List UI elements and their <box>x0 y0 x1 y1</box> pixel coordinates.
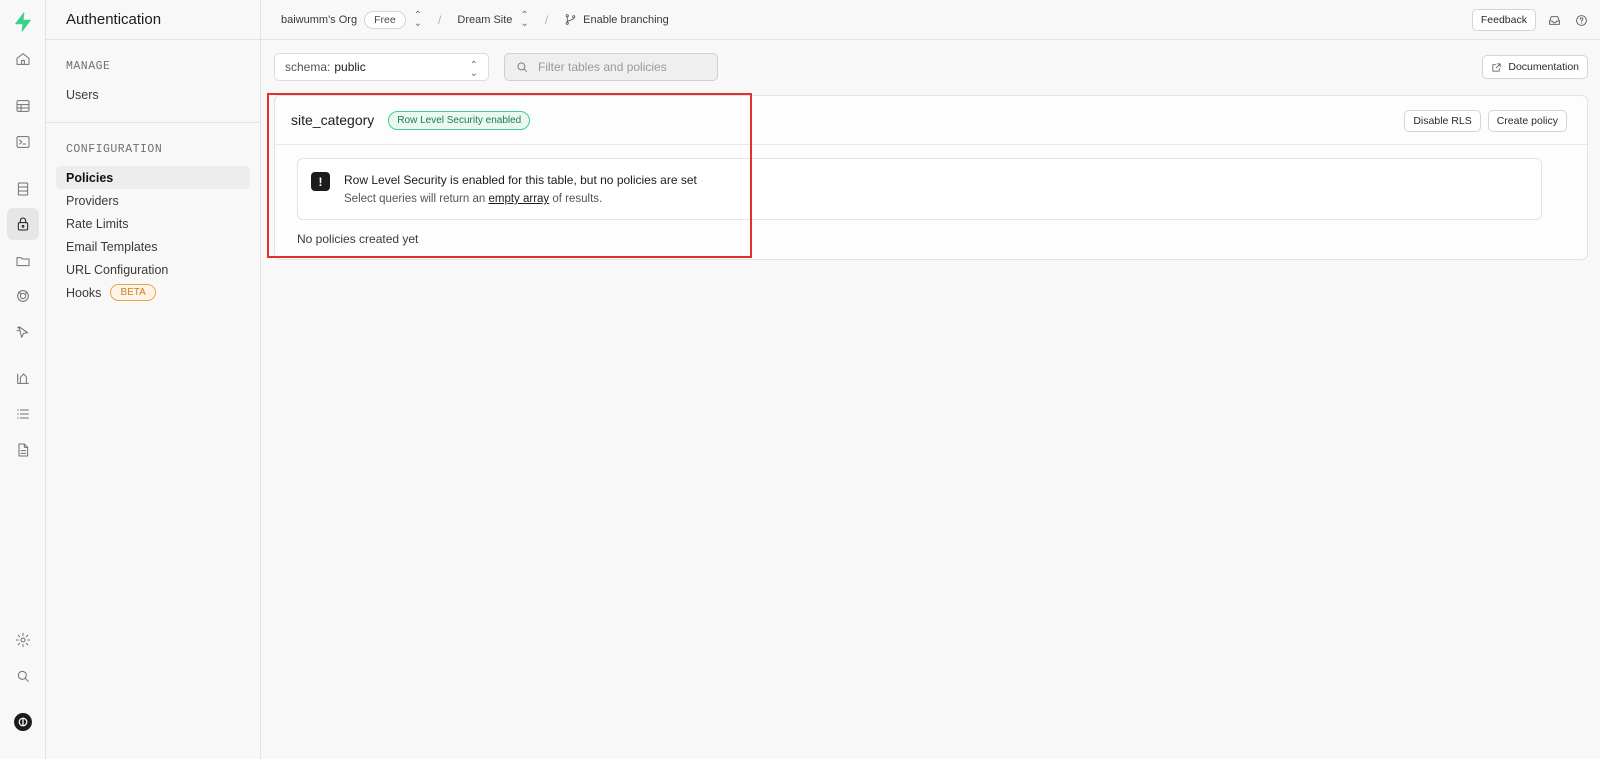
empty-array-link[interactable]: empty array <box>488 193 549 205</box>
sidebar-item-rate-limits[interactable]: Rate Limits <box>56 212 250 235</box>
feedback-button[interactable]: Feedback <box>1471 9 1536 31</box>
project-name: Dream Site <box>457 13 513 26</box>
documentation-button[interactable]: Documentation <box>1482 55 1588 79</box>
table-actions: Disable RLS Create policy <box>1404 110 1567 132</box>
disable-rls-button[interactable]: Disable RLS <box>1404 110 1481 132</box>
sidebar-title: Authentication <box>46 0 260 40</box>
sql-editor-icon[interactable] <box>7 126 39 158</box>
api-docs-icon[interactable] <box>7 434 39 466</box>
edge-functions-icon[interactable] <box>7 316 39 348</box>
table-header: site_category Row Level Security enabled… <box>275 96 1587 145</box>
table-policies-card: site_category Row Level Security enabled… <box>274 95 1588 260</box>
rls-status-badge: Row Level Security enabled <box>388 110 531 130</box>
chevron-up-down-icon: ⌃ ⌄ <box>469 60 478 79</box>
beta-badge: BETA <box>110 284 156 301</box>
org-selector[interactable]: baiwumm's Org Free ⌃ ⌄ <box>281 9 423 29</box>
authentication-icon[interactable] <box>7 208 39 240</box>
policies-main: schema: public ⌃ ⌄ Filter tables and poli… <box>261 40 1600 759</box>
search-icon[interactable] <box>7 660 39 692</box>
table-name: site_category <box>291 112 375 128</box>
sidebar-item-hooks[interactable]: Hooks BETA <box>56 281 250 304</box>
alert-icon: ! <box>311 172 330 191</box>
chevron-up-down-icon: ⌃ ⌄ <box>413 9 423 29</box>
sidebar-item-users[interactable]: Users <box>56 83 250 106</box>
top-bar: baiwumm's Org Free ⌃ ⌄ / Dream Site ⌃ ⌄ / … <box>261 0 1600 40</box>
git-branch-icon <box>564 13 577 26</box>
schema-label: schema: <box>285 60 331 74</box>
logs-icon[interactable] <box>7 398 39 430</box>
table-editor-icon[interactable] <box>7 90 39 122</box>
sidebar-item-policies[interactable]: Policies <box>56 166 250 189</box>
sidebar-item-email-templates[interactable]: Email Templates <box>56 235 250 258</box>
rls-warning-alert: ! Row Level Security is enabled for this… <box>297 158 1542 220</box>
filter-placeholder: Filter tables and policies <box>538 60 667 74</box>
home-icon[interactable] <box>7 43 39 75</box>
manage-section: MANAGE Users <box>46 40 260 123</box>
icon-rail <box>0 0 46 759</box>
alert-description: Select queries will return an empty arra… <box>344 193 602 205</box>
top-bar-actions: Feedback <box>1471 9 1588 31</box>
settings-icon[interactable] <box>7 624 39 656</box>
chevron-up-down-icon: ⌃ ⌄ <box>520 9 529 29</box>
sidebar-item-hooks-label: Hooks <box>66 285 102 300</box>
supabase-logo-icon[interactable] <box>7 6 39 38</box>
project-selector[interactable]: Dream Site ⌃ ⌄ <box>457 9 529 29</box>
create-policy-button[interactable]: Create policy <box>1487 110 1567 132</box>
manage-heading: MANAGE <box>66 60 111 73</box>
sidebar-item-providers[interactable]: Providers <box>56 189 250 212</box>
plan-badge: Free <box>364 10 406 29</box>
search-icon <box>517 62 527 72</box>
breadcrumb-separator: / <box>438 12 442 27</box>
configuration-section: CONFIGURATION Policies Providers Rate Li… <box>46 123 260 320</box>
reports-icon[interactable] <box>7 362 39 394</box>
configuration-heading: CONFIGURATION <box>66 143 163 156</box>
filter-input[interactable]: Filter tables and policies <box>504 53 718 81</box>
inbox-icon[interactable] <box>1548 14 1561 27</box>
alert-desc-before: Select queries will return an <box>344 193 486 205</box>
alert-desc-after: of results. <box>552 193 603 205</box>
schema-value: public <box>334 60 366 74</box>
sidebar-item-url-configuration[interactable]: URL Configuration <box>56 258 250 281</box>
external-link-icon <box>1492 62 1501 72</box>
user-avatar-icon[interactable] <box>7 706 39 738</box>
schema-selector[interactable]: schema: public ⌃ ⌄ <box>274 53 489 81</box>
help-icon[interactable] <box>1575 14 1588 27</box>
storage-icon[interactable] <box>7 245 39 277</box>
enable-branching-label: Enable branching <box>583 13 669 26</box>
enable-branching-button[interactable]: Enable branching <box>564 13 669 26</box>
database-icon[interactable] <box>7 173 39 205</box>
org-name: baiwumm's Org <box>281 13 358 26</box>
auth-sidebar: Authentication MANAGE Users CONFIGURATIO… <box>46 0 261 759</box>
alert-title: Row Level Security is enabled for this t… <box>344 173 697 187</box>
empty-policies-text: No policies created yet <box>297 232 419 246</box>
breadcrumb-separator: / <box>544 12 549 27</box>
realtime-icon[interactable] <box>7 280 39 312</box>
documentation-label: Documentation <box>1508 61 1579 73</box>
